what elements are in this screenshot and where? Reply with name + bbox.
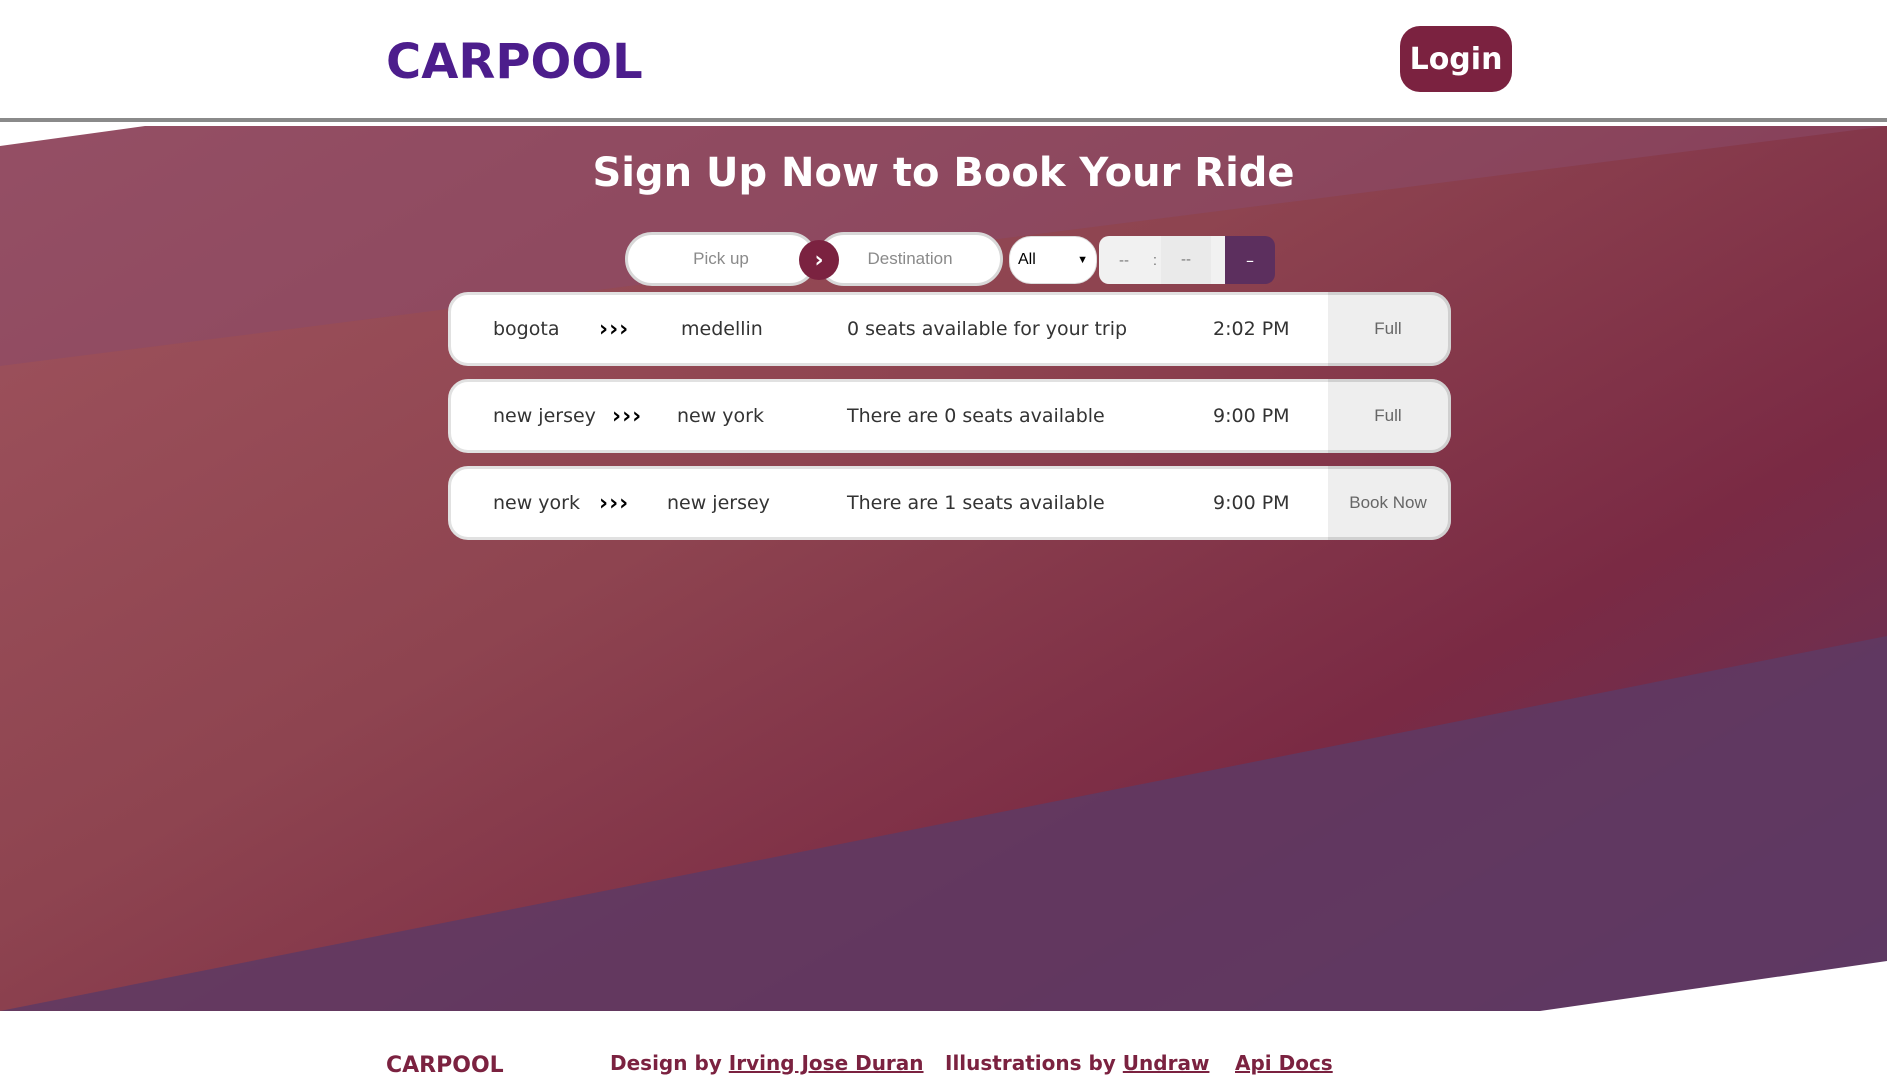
ride-from: bogota [493, 318, 560, 340]
logo[interactable]: CARPOOL [386, 34, 643, 90]
ride-from: new york [493, 492, 580, 514]
pickup-input[interactable]: Pick up [625, 232, 817, 286]
ride-time: 9:00 PM [1213, 492, 1290, 514]
footer-illustrations-credit: Illustrations by Undraw [945, 1051, 1209, 1075]
route-arrows-icon: ››› [599, 316, 630, 342]
login-button[interactable]: Login [1400, 26, 1512, 92]
hero-section: Sign Up Now to Book Your Ride Pick up De… [0, 126, 1887, 1011]
footer-illustrations-link[interactable]: Undraw [1123, 1051, 1210, 1075]
ride-to: new york [677, 405, 764, 427]
seat-filter-value: All [1018, 251, 1036, 268]
ride-seats: 0 seats available for your trip [847, 318, 1128, 340]
ride-to: medellin [681, 318, 763, 340]
ride-row: bogota ››› medellin 0 seats available fo… [448, 292, 1451, 366]
ride-row: new jersey ››› new york There are 0 seat… [448, 379, 1451, 453]
footer-api-docs: Api Docs [1235, 1051, 1333, 1075]
footer-design-prefix: Design by [610, 1051, 729, 1075]
footer-logo: CARPOOL [386, 1053, 504, 1077]
chevron-right-icon[interactable]: › [799, 240, 839, 280]
ride-to: new jersey [667, 492, 770, 514]
ride-action-button[interactable]: Full [1328, 292, 1451, 366]
ride-seats: There are 0 seats available [847, 405, 1105, 427]
header: CARPOOL Login [0, 0, 1887, 122]
footer-illustrations-prefix: Illustrations by [945, 1051, 1123, 1075]
caret-down-icon: ▼ [1077, 254, 1088, 266]
time-input[interactable]: -- : -- [1099, 236, 1227, 284]
ride-time: 2:02 PM [1213, 318, 1290, 340]
footer-design-link[interactable]: Irving Jose Duran [729, 1051, 924, 1075]
seat-filter-select[interactable]: All ▼ [1009, 236, 1097, 284]
ride-list: bogota ››› medellin 0 seats available fo… [448, 292, 1451, 553]
clear-time-button[interactable]: – [1225, 236, 1275, 284]
minute-field[interactable]: -- [1161, 236, 1211, 284]
ride-time: 9:00 PM [1213, 405, 1290, 427]
route-arrows-icon: ››› [599, 490, 630, 516]
time-separator: : [1152, 251, 1158, 269]
search-bar: Pick up Destination › All ▼ -- : -- – [625, 230, 1275, 288]
hero-title: Sign Up Now to Book Your Ride [592, 150, 1295, 196]
ride-row: new york ››› new jersey There are 1 seat… [448, 466, 1451, 540]
footer-api-docs-link[interactable]: Api Docs [1235, 1051, 1333, 1075]
ride-action-button[interactable]: Full [1328, 379, 1451, 453]
footer-design-credit: Design by Irving Jose Duran [610, 1051, 924, 1075]
destination-input[interactable]: Destination [817, 232, 1003, 286]
route-arrows-icon: ››› [612, 403, 643, 429]
ride-from: new jersey [493, 405, 596, 427]
ride-seats: There are 1 seats available [847, 492, 1105, 514]
hour-field[interactable]: -- [1099, 252, 1149, 269]
footer: CARPOOL Design by Irving Jose Duran Illu… [0, 1011, 1887, 1077]
ride-action-button[interactable]: Book Now [1328, 466, 1451, 540]
